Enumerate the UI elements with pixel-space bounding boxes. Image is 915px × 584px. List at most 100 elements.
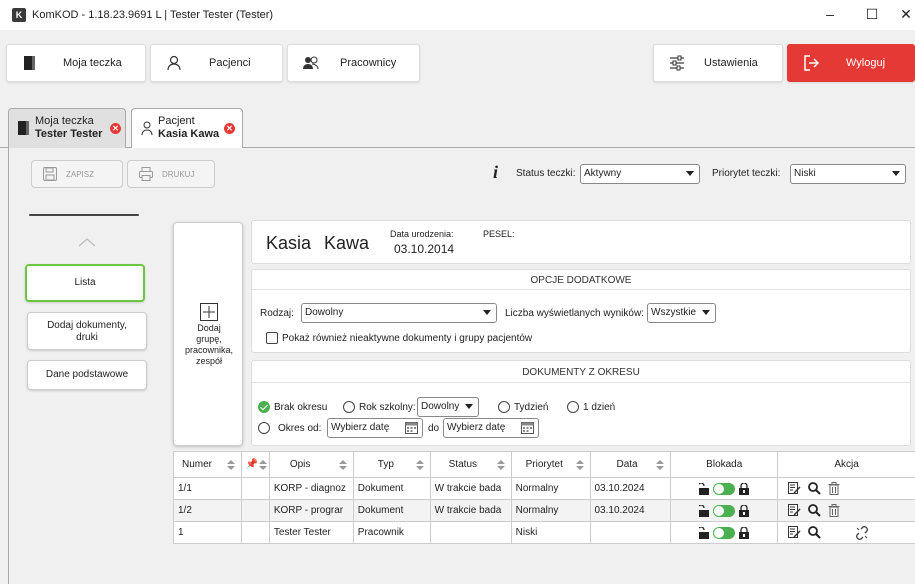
radio-okres-od[interactable] [258, 422, 270, 434]
cell-blokada [670, 499, 779, 522]
cell-numer: 1 [173, 521, 242, 544]
logout-button[interactable]: Wyloguj [787, 44, 915, 82]
search-icon[interactable] [808, 526, 821, 539]
cell-akcja [777, 477, 915, 500]
lock-toggle[interactable] [713, 526, 736, 539]
table-row[interactable]: 1/2 KORP - prograr Dokument W trakcie bada N… [173, 499, 915, 522]
unlock-icon [699, 504, 710, 517]
print-label: DRUKUJ [162, 170, 195, 179]
search-icon[interactable] [808, 504, 821, 517]
status-select[interactable]: Aktywny [580, 164, 700, 184]
minimize-button[interactable]: – [820, 6, 840, 24]
do-label: do [428, 423, 440, 434]
lock-toggle[interactable] [713, 504, 736, 517]
sidebar-item-dane-podstawowe[interactable]: Dane podstawowe [27, 360, 147, 390]
edit-icon[interactable] [788, 504, 801, 517]
info-icon[interactable]: i [493, 162, 498, 183]
col-status-header[interactable]: Status [429, 451, 512, 478]
col-blokada-label: Blokada [706, 459, 743, 470]
nav-pacjenci-button[interactable]: Pacjenci [150, 44, 283, 82]
calendar-icon [521, 422, 534, 434]
cell-numer: 1/1 [173, 477, 242, 500]
radio-brak-okresu[interactable] [258, 401, 270, 413]
table-row[interactable]: 1/1 KORP - diagnoz Dokument W trakcie bada N… [173, 477, 915, 500]
limit-select[interactable]: Wszystkie [647, 303, 716, 323]
top-nav: Moja teczka Pacjenci Pracownicy Ustawien… [0, 40, 915, 82]
close-tab-icon[interactable]: ✕ [224, 123, 235, 134]
table-row[interactable]: 1 Tester Tester Pracownik Niski [173, 521, 915, 544]
sort-icon [226, 460, 235, 470]
nav-ustawienia-button[interactable]: Ustawienia [653, 44, 783, 82]
add-group-button[interactable]: Dodaj grupę, pracownika, zespół [173, 222, 243, 446]
save-button[interactable]: ZAPISZ [31, 160, 123, 188]
nav-pracownicy-button[interactable]: Pracownicy [287, 44, 420, 82]
print-button[interactable]: DRUKUJ [127, 160, 215, 188]
date-to-picker[interactable]: Wybierz datę [443, 418, 539, 438]
sort-icon [656, 460, 665, 470]
period-panel: DOKUMENTY Z OKRESU Brak okresu Rok szkol… [251, 360, 911, 446]
rok-szkolny-label: Rok szkolny: [359, 402, 416, 413]
people-icon [303, 56, 319, 70]
chevron-up-icon[interactable] [77, 236, 97, 248]
nav-moja-teczka-button[interactable]: Moja teczka [6, 44, 146, 82]
radio-tydzien[interactable] [498, 401, 510, 413]
date-to-placeholder: Wybierz datę [447, 422, 506, 433]
okres-od-label: Okres od: [278, 423, 322, 434]
pin-icon: 📌 [245, 459, 259, 470]
priority-select[interactable]: Niski [790, 164, 906, 184]
inactive-label: Pokaż również nieaktywne dokumenty i gru… [282, 333, 533, 344]
rodzaj-select[interactable]: Dowolny [301, 303, 497, 323]
unlock-icon [699, 526, 710, 539]
patient-first-name: Kasia [266, 233, 312, 253]
col-pin-header[interactable]: 📌 [240, 451, 270, 478]
col-blokada-header: Blokada [670, 451, 779, 478]
cell-status: W trakcie bada [429, 499, 512, 522]
app-icon: K [12, 8, 26, 22]
maximize-button[interactable]: ☐ [862, 6, 882, 24]
cell-blokada [670, 521, 779, 544]
title-bar: K KomKOD - 1.18.23.9691 L | Tester Teste… [0, 0, 915, 30]
tab-pacjent[interactable]: Pacjent Kasia Kawa ✕ [131, 108, 243, 149]
close-button[interactable]: ✕ [898, 6, 914, 24]
cell-data: 03.10.2024 [589, 477, 672, 500]
tydzien-label: Tydzień [514, 402, 549, 413]
nav-pacjenci-label: Pacjenci [209, 57, 251, 69]
radio-1-dzien[interactable] [567, 401, 579, 413]
col-priorytet-header[interactable]: Priorytet [510, 451, 591, 478]
cell-pin [240, 499, 270, 522]
rok-szkolny-select[interactable]: Dowolny [417, 397, 479, 417]
rodzaj-value: Dowolny [305, 307, 344, 318]
col-status-label: Status [448, 459, 478, 470]
edit-icon[interactable] [788, 526, 801, 539]
col-typ-header[interactable]: Typ [352, 451, 431, 478]
trash-icon[interactable] [828, 482, 840, 495]
unlock-icon [699, 482, 710, 495]
nav-ustawienia-label: Ustawienia [704, 57, 758, 69]
sidebar-item-dodaj-dokumenty[interactable]: Dodaj dokumenty, druki [27, 312, 147, 350]
date-from-picker[interactable]: Wybierz datę [327, 418, 423, 438]
col-data-header[interactable]: Data [589, 451, 672, 478]
col-numer-header[interactable]: Numer [173, 451, 242, 478]
person-icon [167, 55, 181, 71]
cell-typ: Pracownik [352, 521, 431, 544]
unlink-icon[interactable] [855, 525, 869, 540]
tab-moja-teczka[interactable]: Moja teczka Tester Tester ✕ [8, 108, 126, 148]
date-from-placeholder: Wybierz datę [331, 422, 390, 433]
nav-moja-teczka-label: Moja teczka [63, 57, 122, 69]
lock-toggle[interactable] [713, 482, 736, 495]
table-header-row: Numer 📌 Opis Typ Status Priorytet Data B… [173, 451, 915, 478]
close-tab-icon[interactable]: ✕ [110, 123, 121, 134]
sort-icon [258, 460, 267, 470]
inactive-checkbox[interactable] [266, 332, 278, 344]
cell-priorytet: Niski [510, 521, 591, 544]
search-icon[interactable] [808, 482, 821, 495]
col-opis-header[interactable]: Opis [268, 451, 354, 478]
radio-rok-szkolny[interactable] [343, 401, 355, 413]
edit-icon[interactable] [788, 482, 801, 495]
patient-last-name: Kawa [324, 233, 370, 253]
save-label: ZAPISZ [66, 170, 95, 179]
trash-icon[interactable] [828, 504, 840, 517]
limit-label: Liczba wyświetlanych wyników: [505, 308, 644, 319]
cell-blokada [670, 477, 779, 500]
sidebar-item-lista[interactable]: Lista [25, 264, 145, 302]
